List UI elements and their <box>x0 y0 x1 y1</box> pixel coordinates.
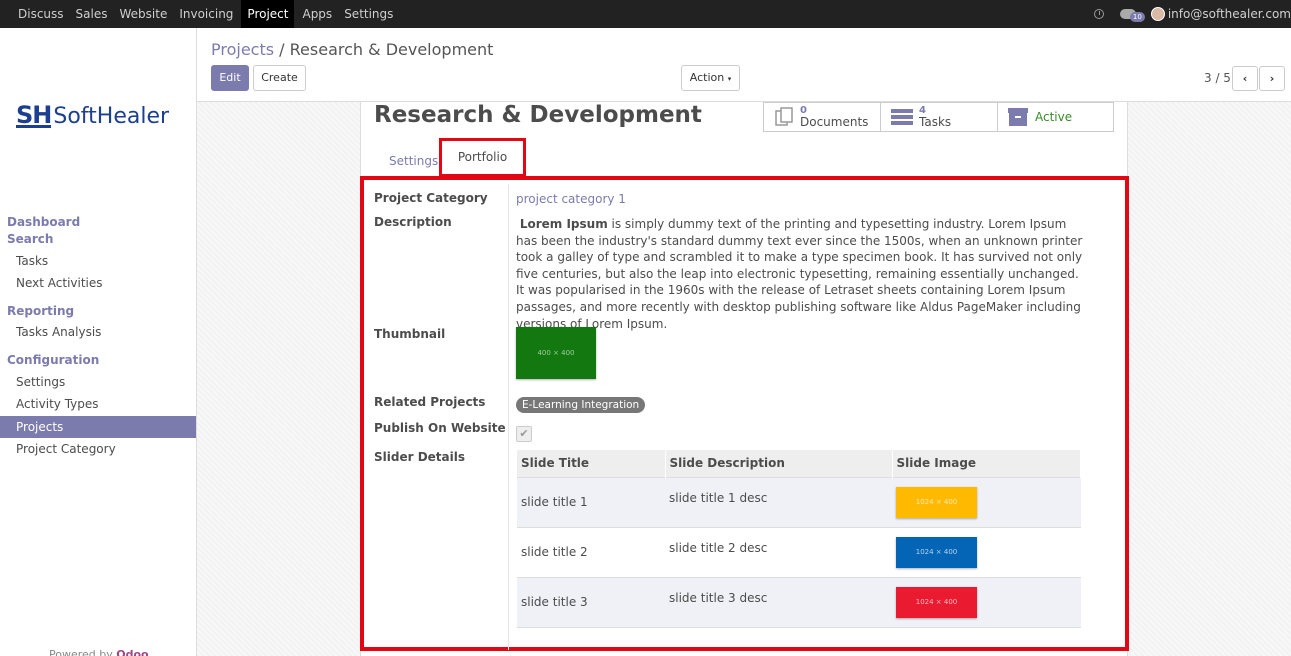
menu-invoicing[interactable]: Invoicing <box>175 0 237 28</box>
menu-discuss[interactable]: Discuss <box>14 0 68 28</box>
sidebar-item-tasks-analysis[interactable]: Tasks Analysis <box>0 321 196 343</box>
slide-image: 1024 × 400 <box>896 586 977 618</box>
documents-stat-button[interactable]: 0 Documents <box>763 102 881 132</box>
slide-title-cell: slide title 1 <box>517 476 665 527</box>
app-menu: Discuss Sales Website Invoicing Project … <box>0 0 401 28</box>
checkmark-icon: ✔ <box>519 427 529 440</box>
activity-clock-icon[interactable] <box>1093 9 1104 19</box>
sidebar: SH SoftHealer Dashboard Search Tasks Nex… <box>0 28 197 656</box>
archive-icon <box>1008 108 1028 126</box>
related-project-tag[interactable]: E-Learning Integration <box>516 397 646 413</box>
breadcrumb-projects[interactable]: Projects <box>211 40 274 59</box>
slider-details-label: Slider Details <box>374 450 465 464</box>
user-avatar[interactable] <box>1150 7 1165 21</box>
label-divider <box>508 184 509 650</box>
slider-table: Slide Title Slide Description Slide Imag… <box>517 450 1081 628</box>
description-value: Lorem Ipsum is simply dummy text of the … <box>516 216 1086 332</box>
top-navbar: Discuss Sales Website Invoicing Project … <box>0 0 1291 28</box>
breadcrumb: Projects / Research & Development <box>211 40 493 59</box>
publish-checkbox[interactable]: ✔ <box>516 426 532 442</box>
control-panel: Projects / Research & Development Edit C… <box>197 28 1291 102</box>
menu-website[interactable]: Website <box>116 0 172 28</box>
sidebar-item-tasks[interactable]: Tasks <box>0 250 196 272</box>
active-toggle-button[interactable]: Active <box>997 102 1114 132</box>
documents-icon <box>775 107 793 126</box>
tasks-icon <box>891 109 913 125</box>
create-button[interactable]: Create <box>253 65 306 91</box>
tasks-stat-button[interactable]: 4 Tasks <box>880 102 998 132</box>
documents-count: 0 <box>800 104 807 116</box>
menu-settings[interactable]: Settings <box>340 0 397 28</box>
tab-settings[interactable]: Settings <box>389 146 439 176</box>
project-category-value[interactable]: project category 1 <box>516 192 626 206</box>
chevron-right-icon: › <box>1269 72 1275 85</box>
slide-image: 1024 × 400 <box>896 486 977 518</box>
caret-down-icon: ▾ <box>727 75 732 83</box>
powered-by: Powered by Odoo <box>49 648 149 656</box>
description-text: is simply dummy text of the printing and… <box>516 217 1083 331</box>
pager-previous-button[interactable]: ‹ <box>1232 66 1258 91</box>
powered-prefix: Powered by <box>49 648 113 656</box>
related-projects-label: Related Projects <box>374 395 486 409</box>
company-logo: SH SoftHealer <box>16 101 170 129</box>
thumbnail-label: Thumbnail <box>374 327 446 341</box>
documents-label: Documents <box>800 114 869 129</box>
systray: 10 info@softhealer.com <box>1093 0 1291 28</box>
sidebar-section-reporting[interactable]: Reporting <box>7 304 74 318</box>
slide-description-cell: slide title 3 desc <box>665 576 892 628</box>
active-label: Active <box>1035 110 1073 124</box>
table-row[interactable]: slide title 1 slide title 1 desc 1024 × … <box>517 476 1081 527</box>
slide-title-cell: slide title 2 <box>517 526 665 577</box>
sidebar-item-next-activities[interactable]: Next Activities <box>0 272 196 294</box>
tasks-count: 4 <box>919 104 926 116</box>
description-label: Description <box>374 215 452 229</box>
pager-value: 3 / 5 <box>1204 71 1231 85</box>
publish-label: Publish On Website <box>374 421 506 435</box>
sidebar-section-search[interactable]: Search <box>7 232 53 246</box>
edit-button[interactable]: Edit <box>211 65 249 91</box>
chevron-left-icon: ‹ <box>1242 72 1248 85</box>
menu-project[interactable]: Project <box>241 0 295 28</box>
pager-next-button[interactable]: › <box>1259 66 1285 91</box>
col-slide-title[interactable]: Slide Title <box>517 450 666 477</box>
menu-sales[interactable]: Sales <box>72 0 112 28</box>
slider-table-header: Slide Title Slide Description Slide Imag… <box>517 450 1081 477</box>
table-row[interactable]: slide title 3 slide title 3 desc 1024 × … <box>517 576 1081 628</box>
sidebar-item-projects[interactable]: Projects <box>0 416 196 438</box>
action-label: Action <box>689 71 725 84</box>
slide-image: 1024 × 400 <box>896 536 977 568</box>
thumbnail-image[interactable]: 400 × 400 <box>516 327 596 379</box>
sidebar-section-dashboard[interactable]: Dashboard <box>7 215 80 229</box>
logo-text: SoftHealer <box>53 104 170 129</box>
slide-title-cell: slide title 3 <box>517 576 665 628</box>
breadcrumb-current: Research & Development <box>289 40 494 59</box>
tasks-label: Tasks <box>919 114 952 129</box>
slide-description-cell: slide title 2 desc <box>665 526 892 577</box>
record-title: Research & Development <box>374 102 702 128</box>
logo-mark: SH <box>16 101 52 129</box>
description-bold: Lorem Ipsum <box>519 217 608 231</box>
sidebar-section-configuration[interactable]: Configuration <box>7 353 99 367</box>
sidebar-item-activity-types[interactable]: Activity Types <box>0 393 196 415</box>
sidebar-item-project-category[interactable]: Project Category <box>0 438 196 460</box>
breadcrumb-separator: / <box>279 40 285 59</box>
slide-description-cell: slide title 1 desc <box>665 476 892 527</box>
powered-brand[interactable]: Odoo <box>116 648 148 656</box>
project-category-label: Project Category <box>374 191 488 205</box>
chat-count-badge: 10 <box>1129 12 1145 22</box>
table-row[interactable]: slide title 2 slide title 2 desc 1024 × … <box>517 526 1081 577</box>
menu-apps[interactable]: Apps <box>298 0 336 28</box>
tab-portfolio[interactable]: Portfolio <box>439 138 526 177</box>
user-email[interactable]: info@softhealer.com <box>1168 7 1291 21</box>
action-dropdown[interactable]: Action ▾ <box>681 65 740 91</box>
sidebar-item-settings[interactable]: Settings <box>0 371 196 393</box>
col-slide-description[interactable]: Slide Description <box>665 450 893 477</box>
col-slide-image[interactable]: Slide Image <box>892 450 1081 477</box>
